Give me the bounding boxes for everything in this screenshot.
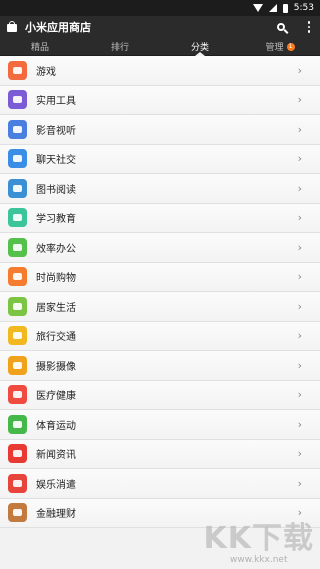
category-label: 聊天社交 [36,155,76,167]
chevron-right-icon: › [297,181,302,195]
chevron-right-icon: › [297,240,302,254]
chevron-right-icon: › [297,93,302,107]
category-label: 时尚购物 [36,273,76,285]
category-label: 娱乐消遣 [36,479,76,491]
app-title: 小米应用商店 [25,21,91,34]
chevron-right-icon: › [297,63,302,77]
watermark-brand: KK下载 [203,521,314,556]
category-row[interactable]: 游戏 › [0,56,320,86]
tab-featured[interactable]: 精品 [0,38,80,55]
paper-plane-icon [8,296,27,316]
chevron-right-icon: › [297,122,302,136]
category-row[interactable]: 居家生活 › [0,292,320,322]
chevron-right-icon: › [297,447,302,461]
category-row[interactable]: 影音视听 › [0,115,320,145]
flask-icon [8,208,27,228]
headphones-icon [8,119,27,139]
gamepad-icon [8,60,27,80]
battery-icon [282,3,288,13]
wrench-icon [8,90,27,110]
store-bag-icon [6,21,18,33]
category-label: 影音视听 [36,125,76,137]
tab-manage[interactable]: 管理 1 [240,38,320,55]
category-row[interactable]: 新闻资讯 › [0,439,320,469]
watermark: KK下载 www.kkx.net [203,521,315,566]
chevron-right-icon: › [297,358,302,372]
shopping-bag-icon [8,267,27,287]
category-row[interactable]: 实用工具 › [0,85,320,115]
status-time: 5:53 [293,3,314,13]
folder-icon [8,237,27,257]
video-camera-icon [8,355,27,375]
chevron-right-icon: › [297,476,302,490]
category-label: 效率办公 [36,243,76,255]
category-label: 旅行交通 [36,332,76,344]
category-label: 体育运动 [36,420,76,432]
book-icon [8,178,27,198]
tab-ranking[interactable]: 排行 [80,38,160,55]
newspaper-icon [8,444,27,464]
category-label: 学习教育 [36,214,76,226]
suitcase-icon [8,326,27,346]
more-vertical-icon[interactable] [304,18,314,36]
category-label: 金融理财 [36,509,76,521]
category-row[interactable]: 聊天社交 › [0,144,320,174]
category-label: 居家生活 [36,302,76,314]
category-row[interactable]: 旅行交通 › [0,321,320,351]
update-badge: 1 [286,42,295,51]
chevron-right-icon: › [297,417,302,431]
category-row[interactable]: 医疗健康 › [0,380,320,410]
category-row[interactable]: 体育运动 › [0,410,320,440]
status-bar: 5:53 [0,0,320,16]
category-row[interactable]: 效率办公 › [0,233,320,263]
search-icon[interactable] [272,18,290,36]
category-row[interactable]: 图书阅读 › [0,174,320,204]
category-label: 图书阅读 [36,184,76,196]
chevron-right-icon: › [297,506,302,520]
category-row[interactable]: 学习教育 › [0,203,320,233]
chevron-right-icon: › [297,152,302,166]
category-label: 新闻资讯 [36,450,76,462]
watermark-url: www.kkx.net [230,555,288,565]
chevron-right-icon: › [297,388,302,402]
category-label: 摄影摄像 [36,361,76,373]
app-bar: 小米应用商店 [0,16,320,38]
category-row[interactable]: 摄影摄像 › [0,351,320,381]
chevron-right-icon: › [297,211,302,225]
signal-icon [268,4,277,12]
wifi-icon [252,4,263,12]
chevron-right-icon: › [297,329,302,343]
whistle-icon [8,414,27,434]
category-label: 实用工具 [36,96,76,108]
heart-icon [8,385,27,405]
microphone-icon [8,473,27,493]
category-row[interactable]: 时尚购物 › [0,262,320,292]
chat-bubble-icon [8,149,27,169]
category-row[interactable]: 娱乐消遣 › [0,469,320,499]
tab-bar: 精品 排行 分类 管理 1 [0,38,320,56]
chevron-right-icon: › [297,270,302,284]
tab-categories[interactable]: 分类 [160,38,240,56]
chevron-right-icon: › [297,299,302,313]
category-list: 游戏 › 实用工具 › 影音视听 › 聊天社交 › 图书阅读 › 学习教育 › 效率办公 › 时尚购物 › 居家… [0,56,320,528]
dollar-icon [8,503,27,523]
category-label: 医疗健康 [36,391,76,403]
category-label: 游戏 [36,66,56,78]
